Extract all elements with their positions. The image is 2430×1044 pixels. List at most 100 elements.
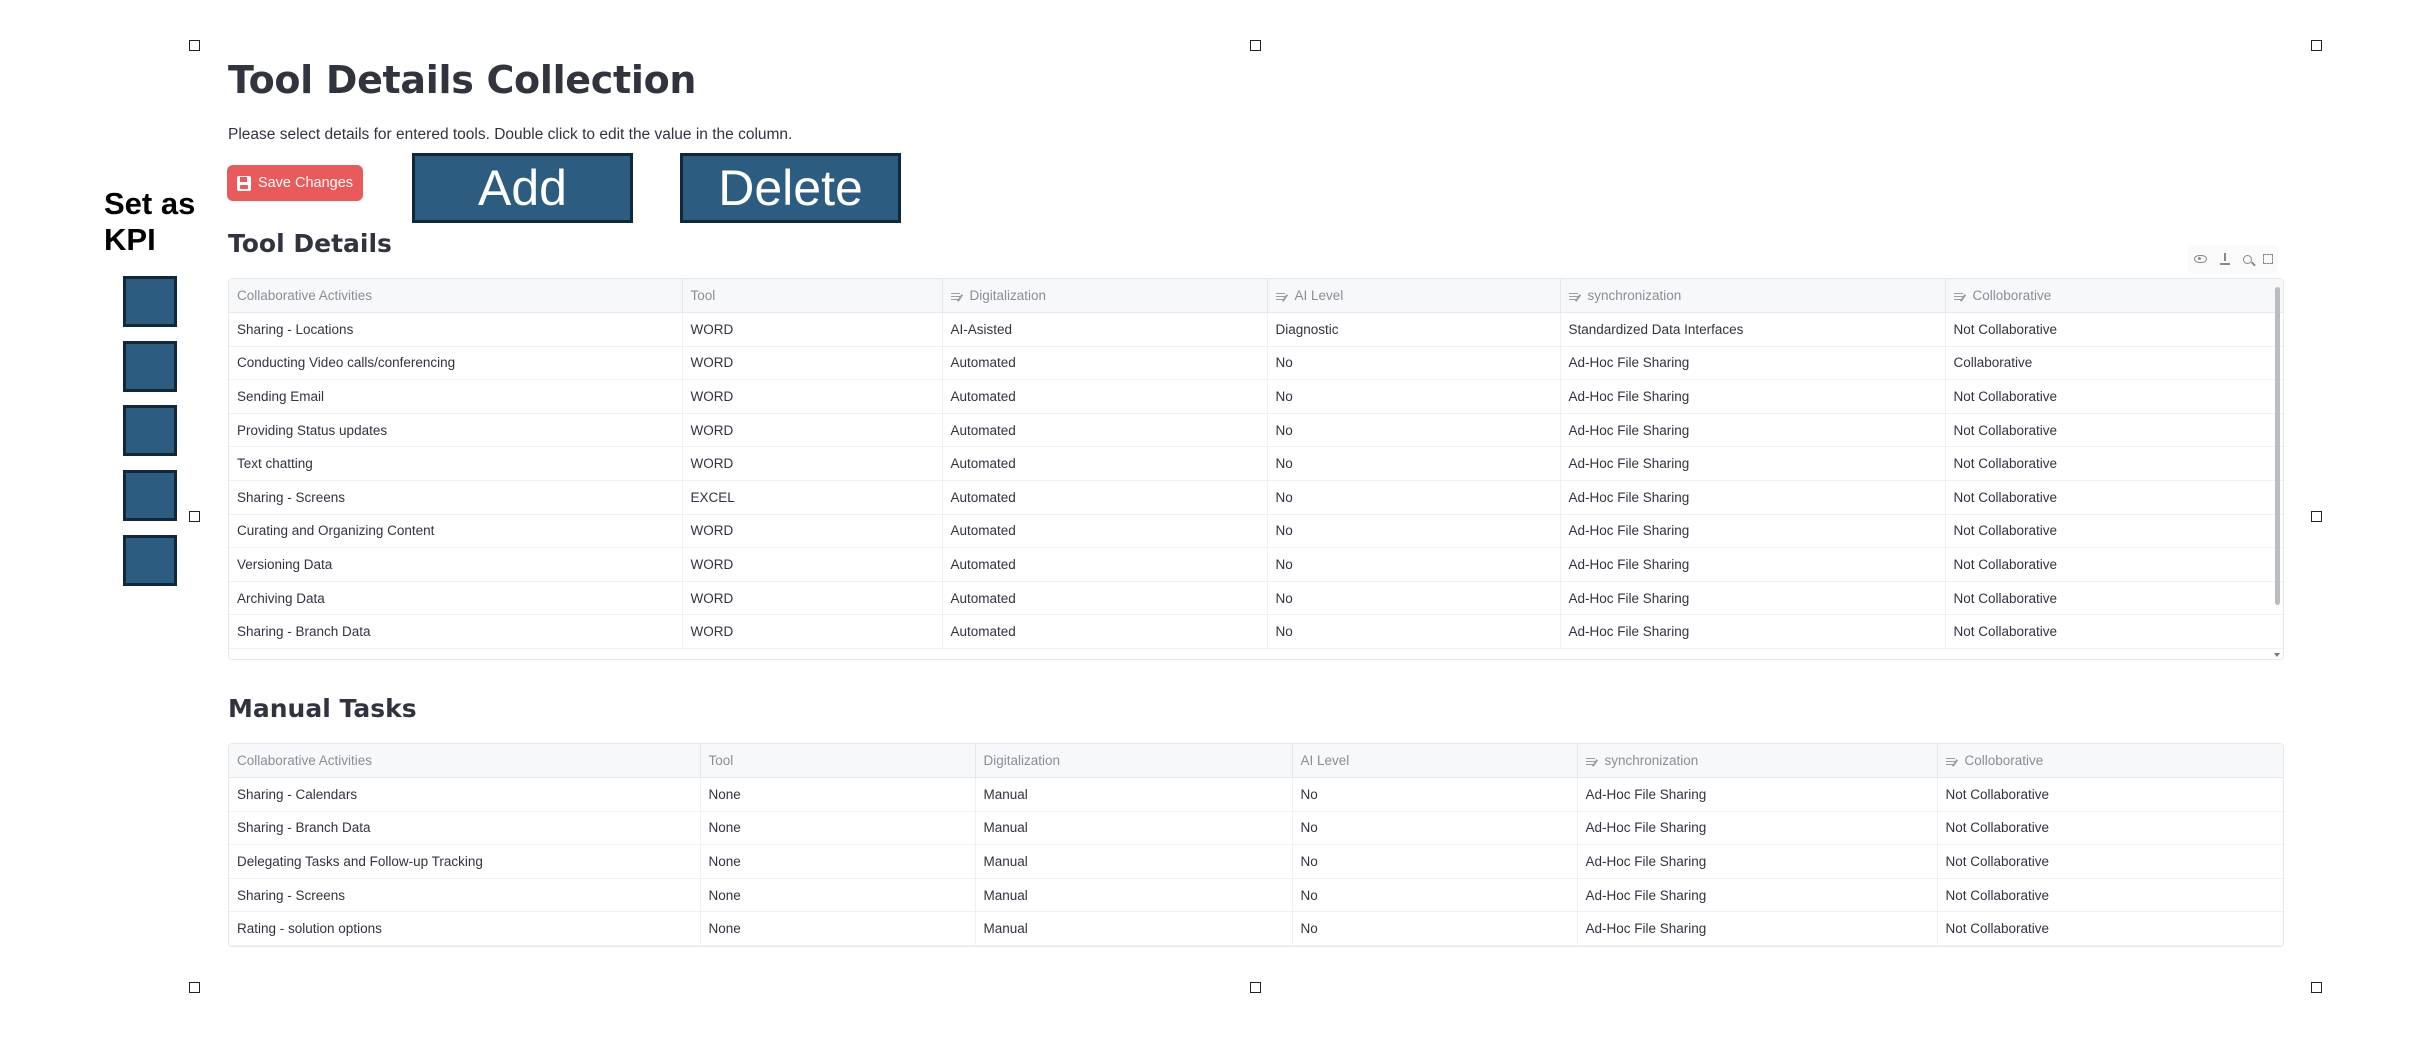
column-header-tool[interactable]: Tool [700,744,976,778]
table-cell-ai-level[interactable]: No [1267,614,1561,649]
download-icon[interactable] [2218,252,2232,266]
table-cell-ai-level[interactable]: No [1267,514,1561,549]
table-cell-ai-level[interactable]: No [1267,346,1561,381]
table-cell-synchronization[interactable]: Ad-Hoc File Sharing [1577,911,1938,946]
table-cell-digitalization[interactable]: Manual [975,777,1293,812]
kpi-checkbox-3[interactable] [123,405,177,456]
add-button[interactable]: Add [412,153,633,223]
table-row[interactable]: Rating - solution options None Manual No Ad-… [229,911,2283,946]
table-cell-colloborative[interactable]: Not Collaborative [1945,514,2283,549]
table-cell-digitalization[interactable]: Automated [942,480,1268,515]
tool-details-table[interactable]: Collaborative Activities Tool Digitalizati… [228,278,2284,660]
scroll-down-arrow-icon[interactable] [2274,653,2280,657]
table-cell-collaborative-activities[interactable]: Text chatting [229,446,683,481]
save-changes-button[interactable]: Save Changes [227,165,363,201]
table-row[interactable]: Curating and Organizing Content WORD Autom… [229,514,2283,549]
table-cell-tool[interactable]: WORD [682,547,943,582]
table-cell-colloborative[interactable]: Not Collaborative [1945,480,2283,515]
table-cell-digitalization[interactable]: Automated [942,346,1268,381]
resize-handle-top-center[interactable] [1250,40,1261,51]
table-cell-ai-level[interactable]: No [1292,878,1578,913]
table-cell-ai-level[interactable]: No [1267,413,1561,448]
table-cell-colloborative[interactable]: Not Collaborative [1937,911,2283,946]
table-cell-tool[interactable]: WORD [682,413,943,448]
table-cell-collaborative-activities[interactable]: Rating - solution options [229,911,701,946]
column-header-ai-level[interactable]: AI Level [1267,279,1561,313]
table-cell-colloborative[interactable]: Not Collaborative [1937,777,2283,812]
table-row[interactable]: Sending Email WORD Automated No Ad-Hoc File … [229,379,2283,414]
column-header-synchronization[interactable]: synchronization [1560,279,1946,313]
table-cell-collaborative-activities[interactable]: Conducting Video calls/conferencing [229,346,683,381]
table-cell-digitalization[interactable]: Automated [942,514,1268,549]
table-cell-synchronization[interactable]: Ad-Hoc File Sharing [1560,446,1946,481]
table-cell-collaborative-activities[interactable]: Sharing - Locations [229,312,683,347]
table-cell-synchronization[interactable]: Ad-Hoc File Sharing [1577,811,1938,846]
table-cell-digitalization[interactable]: AI-Asisted [942,312,1268,347]
column-header-collaborative-activities[interactable]: Collaborative Activities [229,279,683,313]
table-cell-colloborative[interactable]: Not Collaborative [1945,446,2283,481]
table-cell-colloborative[interactable]: Not Collaborative [1945,547,2283,582]
table-cell-colloborative[interactable]: Not Collaborative [1945,413,2283,448]
table-cell-synchronization[interactable]: Ad-Hoc File Sharing [1560,514,1946,549]
table-cell-ai-level[interactable]: No [1292,777,1578,812]
table-cell-colloborative[interactable]: Not Collaborative [1945,581,2283,616]
table-cell-tool[interactable]: WORD [682,446,943,481]
table-cell-digitalization[interactable]: Automated [942,379,1268,414]
table-row[interactable]: Sharing - Locations WORD AI-Asisted Diagnos… [229,312,2283,347]
resize-handle-bottom-right[interactable] [2311,982,2322,993]
table-cell-ai-level[interactable]: No [1292,811,1578,846]
table-cell-synchronization[interactable]: Ad-Hoc File Sharing [1560,413,1946,448]
table-cell-collaborative-activities[interactable]: Sharing - Calendars [229,777,701,812]
table-cell-digitalization[interactable]: Automated [942,446,1268,481]
table-cell-digitalization[interactable]: Manual [975,911,1293,946]
table-cell-tool[interactable]: None [700,777,976,812]
table-cell-tool[interactable]: None [700,911,976,946]
table-cell-tool[interactable]: WORD [682,581,943,616]
fullscreen-icon[interactable] [2262,254,2273,264]
column-header-colloborative[interactable]: Colloborative [1945,279,2283,313]
table-row[interactable]: Providing Status updates WORD Automated No A… [229,413,2283,448]
table-cell-colloborative[interactable]: Not Collaborative [1945,379,2283,414]
manual-tasks-table[interactable]: Collaborative Activities Tool Digitalizati… [228,743,2284,947]
resize-handle-top-right[interactable] [2311,40,2322,51]
table-cell-ai-level[interactable]: No [1267,379,1561,414]
table-cell-collaborative-activities[interactable]: Versioning Data [229,547,683,582]
kpi-checkbox-5[interactable] [123,535,177,586]
resize-handle-middle-left[interactable] [189,511,200,522]
table-cell-colloborative[interactable]: Not Collaborative [1937,844,2283,879]
vertical-scrollbar[interactable] [2275,287,2280,605]
table-cell-digitalization[interactable]: Automated [942,581,1268,616]
table-row[interactable]: Versioning Data WORD Automated No Ad-Hoc Fil… [229,547,2283,582]
resize-handle-bottom-left[interactable] [189,982,200,993]
table-cell-tool[interactable]: WORD [682,614,943,649]
table-cell-collaborative-activities[interactable]: Sharing - Branch Data [229,811,701,846]
table-row[interactable]: Archiving Data WORD Automated No Ad-Hoc File… [229,581,2283,616]
resize-handle-middle-right[interactable] [2311,511,2322,522]
table-cell-tool[interactable]: None [700,844,976,879]
table-cell-ai-level[interactable]: No [1292,911,1578,946]
column-header-tool[interactable]: Tool [682,279,943,313]
table-cell-digitalization[interactable]: Manual [975,811,1293,846]
column-header-digitalization[interactable]: Digitalization [942,279,1268,313]
table-row[interactable]: Text chatting WORD Automated No Ad-Hoc File … [229,446,2283,481]
table-row[interactable]: Sharing - Screens EXCEL Automated No Ad-Hoc … [229,480,2283,515]
table-cell-digitalization[interactable]: Manual [975,878,1293,913]
table-row[interactable]: Sharing - Screens None Manual No Ad-Hoc File… [229,878,2283,913]
table-cell-tool[interactable]: None [700,811,976,846]
table-cell-synchronization[interactable]: Ad-Hoc File Sharing [1577,844,1938,879]
table-cell-digitalization[interactable]: Automated [942,547,1268,582]
resize-handle-top-left[interactable] [189,40,200,51]
table-row[interactable]: Sharing - Branch Data WORD Automated No Ad-H… [229,614,2283,649]
table-cell-colloborative[interactable]: Collaborative [1945,346,2283,381]
table-cell-synchronization[interactable]: Ad-Hoc File Sharing [1560,547,1946,582]
table-cell-ai-level[interactable]: No [1267,581,1561,616]
table-cell-synchronization[interactable]: Ad-Hoc File Sharing [1560,581,1946,616]
table-cell-tool[interactable]: WORD [682,346,943,381]
resize-handle-bottom-center[interactable] [1250,982,1261,993]
kpi-checkbox-2[interactable] [123,341,177,392]
table-cell-digitalization[interactable]: Manual [975,844,1293,879]
table-cell-collaborative-activities[interactable]: Sharing - Screens [229,480,683,515]
table-cell-colloborative[interactable]: Not Collaborative [1945,614,2283,649]
column-header-ai-level[interactable]: AI Level [1292,744,1578,778]
table-row[interactable]: Delegating Tasks and Follow-up Tracking N… [229,844,2283,879]
